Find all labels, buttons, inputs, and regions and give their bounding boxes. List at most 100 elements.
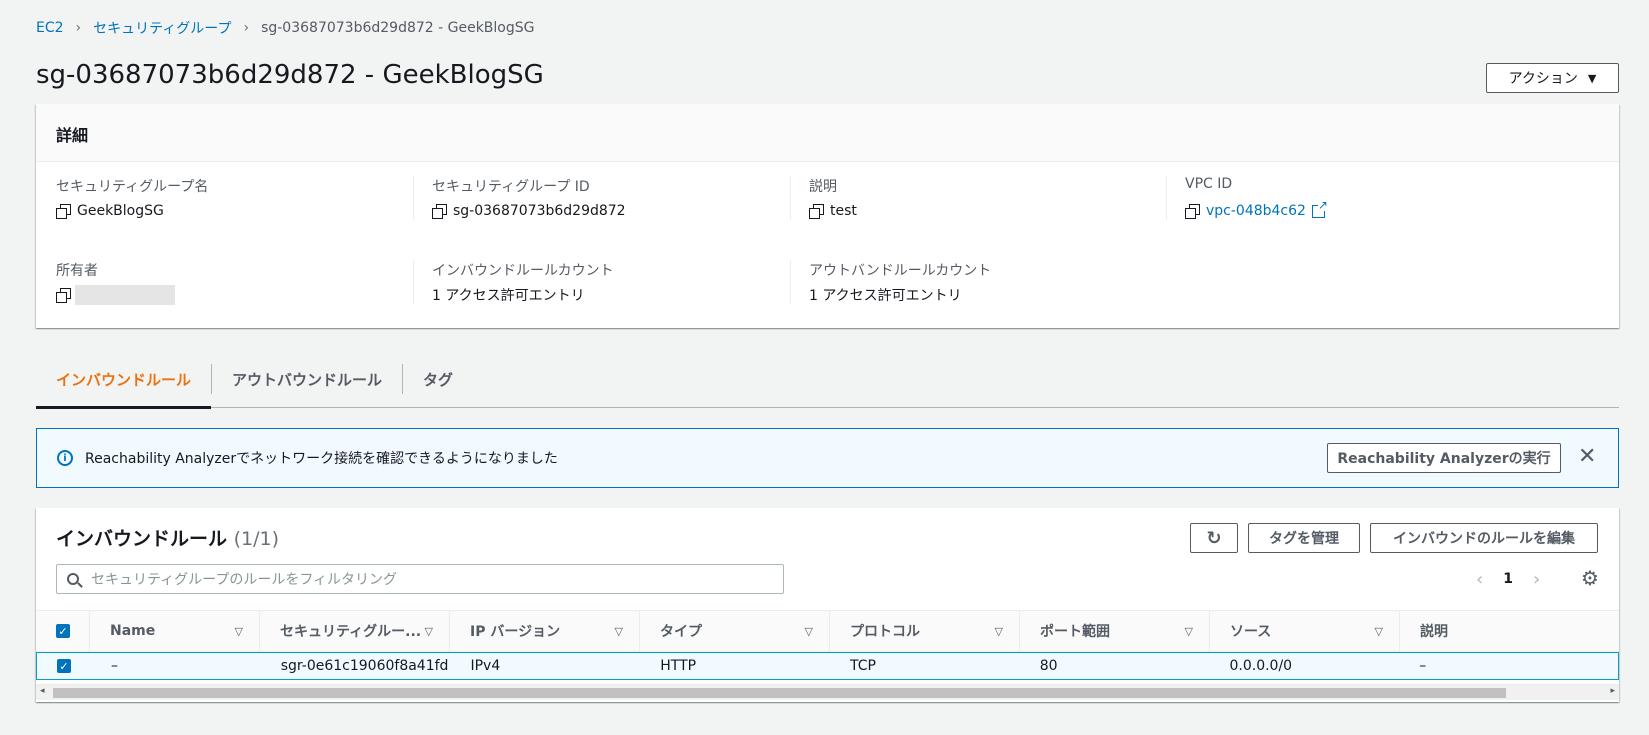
column-header-security-group-rule[interactable]: セキュリティグルー... ▽: [260, 611, 450, 651]
column-header-name[interactable]: Name ▽: [90, 611, 260, 651]
external-link-icon[interactable]: [1311, 198, 1328, 218]
details-heading: 詳細: [36, 104, 1619, 162]
rules-title: インバウンドルール (1/1): [56, 524, 279, 551]
rules-table: ✓ Name ▽ セキュリティグルー... ▽ IP バージョン ▽ タイプ ▽ プロト…: [36, 610, 1619, 680]
cell-port-range: 80: [1039, 658, 1058, 674]
tab-inbound-rules[interactable]: インバウンドルール: [36, 350, 212, 409]
field-outbound-rule-count: アウトバンドルールカウント 1 アクセス許可エントリ: [809, 260, 991, 305]
info-alert: i Reachability Analyzerでネットワーク接続を確認できるよう…: [36, 428, 1619, 488]
chevron-right-icon: ›: [243, 20, 250, 36]
breadcrumb-current: sg-03687073b6d29d872 - GeekBlogSG: [261, 20, 535, 36]
tab-tags[interactable]: タグ: [403, 350, 473, 408]
copy-icon[interactable]: [56, 288, 71, 303]
field-vpc-id: VPC ID vpc-048b4c62: [1185, 176, 1328, 221]
field-value: 1 アクセス許可エントリ: [432, 288, 585, 304]
page-title: sg-03687073b6d29d872 - GeekBlogSG: [36, 60, 544, 90]
field-label: セキュリティグループ名: [56, 179, 209, 195]
breadcrumb-ec2-link[interactable]: EC2: [36, 20, 64, 36]
sort-caret-icon[interactable]: ▽: [1375, 625, 1383, 638]
cell-type: HTTP: [660, 658, 697, 674]
sort-caret-icon[interactable]: ▽: [1185, 625, 1193, 638]
scroll-thumb[interactable]: [53, 688, 1506, 698]
divider: [1166, 176, 1167, 220]
row-checkbox-cell[interactable]: ✓: [37, 653, 91, 679]
run-reachability-analyzer-button[interactable]: Reachability Analyzerの実行: [1327, 443, 1561, 473]
vpc-id-link[interactable]: vpc-048b4c62: [1206, 203, 1306, 219]
horizontal-scrollbar[interactable]: ◂ ▸: [36, 684, 1619, 700]
cell-source: 0.0.0.0/0: [1229, 658, 1293, 674]
actions-dropdown-button[interactable]: アクション ▼: [1486, 63, 1619, 93]
gear-icon[interactable]: ⚙: [1581, 566, 1599, 590]
chevron-right-icon[interactable]: ›: [1533, 569, 1540, 590]
sort-caret-icon[interactable]: ▽: [995, 625, 1003, 638]
select-all-checkbox[interactable]: ✓: [56, 624, 70, 638]
scroll-left-icon[interactable]: ◂: [40, 686, 45, 696]
breadcrumb-security-groups-link[interactable]: セキュリティグループ: [93, 18, 231, 38]
field-label: 説明: [809, 179, 837, 195]
copy-icon[interactable]: [1185, 204, 1200, 219]
column-header-protocol[interactable]: プロトコル ▽: [830, 611, 1020, 651]
tab-bar: インバウンドルール アウトバウンドルール タグ: [36, 350, 1619, 409]
redacted-owner-value: [75, 285, 175, 305]
sort-caret-icon[interactable]: ▽: [805, 625, 813, 638]
field-description: 説明 test: [809, 176, 857, 221]
copy-icon[interactable]: [432, 204, 447, 219]
divider: [413, 176, 414, 220]
breadcrumb: EC2 › セキュリティグループ › sg-03687073b6d29d872 …: [36, 18, 535, 38]
field-value: test: [830, 203, 857, 219]
cell-protocol: TCP: [849, 658, 876, 674]
field-label: インバウンドルールカウント: [432, 263, 614, 279]
field-value: GeekBlogSG: [77, 203, 164, 219]
column-label: 説明: [1420, 624, 1448, 640]
close-icon[interactable]: ✕: [1578, 445, 1596, 469]
field-value: sg-03687073b6d29d872: [453, 203, 626, 219]
copy-icon[interactable]: [56, 204, 71, 219]
details-panel: 詳細 セキュリティグループ名 GeekBlogSG セキュリティグループ ID …: [36, 104, 1619, 328]
sort-caret-icon[interactable]: ▽: [235, 625, 243, 638]
scroll-right-icon[interactable]: ▸: [1610, 686, 1615, 696]
actions-label: アクション: [1508, 71, 1578, 87]
edit-inbound-rules-button[interactable]: インバウンドのルールを編集: [1370, 523, 1598, 553]
field-label: 所有者: [56, 263, 98, 279]
cell-description: –: [1419, 658, 1427, 674]
column-header-ip-version[interactable]: IP バージョン ▽: [450, 611, 640, 651]
field-value: 1 アクセス許可エントリ: [809, 288, 962, 304]
sort-caret-icon[interactable]: ▽: [425, 625, 433, 638]
page-number[interactable]: 1: [1503, 571, 1513, 587]
divider: [413, 260, 414, 304]
column-label: ポート範囲: [1040, 624, 1110, 640]
column-label: タイプ: [660, 624, 702, 640]
column-header-port-range[interactable]: ポート範囲 ▽: [1020, 611, 1210, 651]
field-label: アウトバンドルールカウント: [809, 263, 992, 279]
column-label: セキュリティグルー...: [280, 624, 422, 640]
table-row[interactable]: ✓ – sgr-0e61c19060f8a41fd IPv4 HTTP TCP …: [36, 652, 1619, 680]
field-owner: 所有者: [56, 260, 175, 305]
tab-outbound-rules[interactable]: アウトバウンドルール: [212, 350, 402, 408]
row-checkbox[interactable]: ✓: [57, 659, 71, 673]
copy-icon[interactable]: [809, 204, 824, 219]
table-header-row: ✓ Name ▽ セキュリティグルー... ▽ IP バージョン ▽ タイプ ▽ プロト…: [36, 610, 1619, 652]
column-label: Name: [110, 623, 156, 639]
search-input[interactable]: セキュリティグループのルールをフィルタリング: [56, 564, 784, 594]
chevron-left-icon[interactable]: ‹: [1476, 569, 1483, 590]
cell-rule-id: sgr-0e61c19060f8a41fd: [280, 658, 449, 674]
chevron-right-icon: ›: [75, 20, 82, 36]
column-header-source[interactable]: ソース ▽: [1210, 611, 1400, 651]
search-placeholder: セキュリティグループのルールをフィルタリング: [91, 572, 398, 588]
column-label: IP バージョン: [470, 624, 561, 640]
select-all-checkbox-cell[interactable]: ✓: [36, 611, 90, 651]
column-header-type[interactable]: タイプ ▽: [640, 611, 830, 651]
column-header-description[interactable]: 説明: [1400, 611, 1619, 651]
manage-tags-button[interactable]: タグを管理: [1248, 523, 1360, 553]
refresh-button[interactable]: ↻: [1190, 523, 1238, 553]
inbound-rules-panel: インバウンドルール (1/1) ↻ タグを管理 インバウンドのルールを編集 セキ…: [36, 508, 1619, 702]
search-icon: [67, 573, 79, 585]
cell-name: –: [110, 658, 118, 674]
divider: [790, 176, 791, 220]
column-label: プロトコル: [850, 624, 920, 640]
refresh-icon: ↻: [1206, 527, 1222, 549]
field-security-group-name: セキュリティグループ名 GeekBlogSG: [56, 176, 208, 221]
alert-message: Reachability Analyzerでネットワーク接続を確認できるようにな…: [85, 451, 558, 467]
sort-caret-icon[interactable]: ▽: [615, 625, 623, 638]
field-security-group-id: セキュリティグループ ID sg-03687073b6d29d872: [432, 176, 626, 221]
